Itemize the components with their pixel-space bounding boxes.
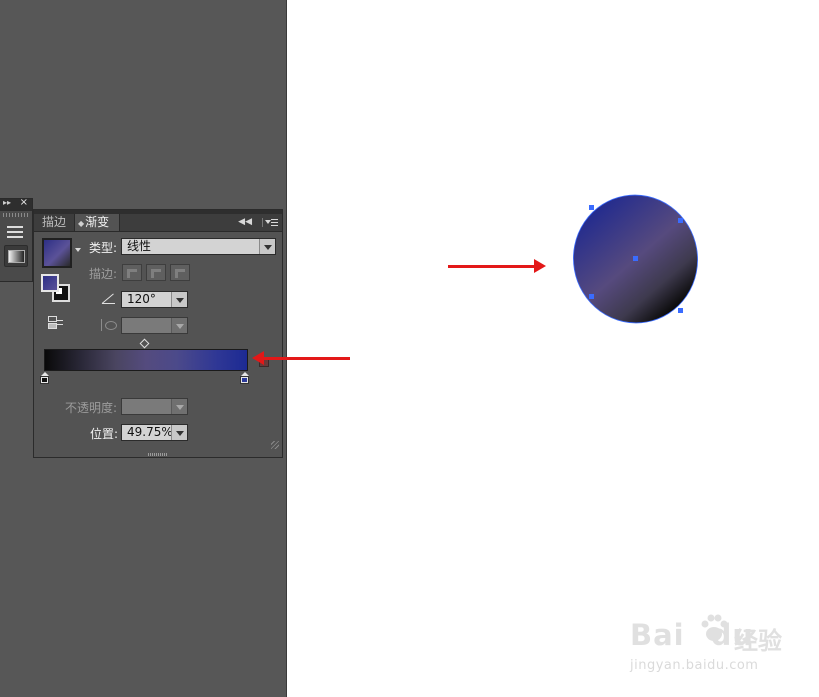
dock-grip[interactable] [3, 213, 29, 217]
tab-gradient[interactable]: ◆渐变 [74, 214, 120, 231]
stroke-label: 描边: [89, 267, 118, 281]
close-icon[interactable]: × [20, 197, 28, 208]
panel-resize-grip[interactable] [271, 441, 279, 449]
opacity-label: 不透明度: [65, 401, 118, 415]
stroke-along-button[interactable] [146, 264, 166, 281]
gradient-midpoint-handle[interactable] [139, 338, 150, 349]
location-label: 位置: [90, 427, 119, 441]
panel-menu-icon[interactable] [4, 221, 26, 241]
aspect-ratio-icon [100, 319, 118, 331]
angle-icon [101, 293, 116, 304]
expand-icon[interactable]: ▸▸ [3, 198, 11, 207]
tab-stroke[interactable]: 描边 [36, 214, 72, 231]
annotation-arrow-to-shape [448, 259, 546, 273]
fill-swatch[interactable] [41, 274, 59, 292]
panel-tab-bar: 描边 ◆渐变 ◀◀ [34, 214, 282, 232]
anchor-point[interactable] [589, 294, 594, 299]
chevron-down-icon [171, 399, 187, 414]
anchor-point[interactable] [589, 205, 594, 210]
gradient-stop-end[interactable] [240, 372, 249, 384]
panel-options-icon[interactable] [262, 218, 279, 227]
chevron-down-icon[interactable] [259, 239, 275, 254]
location-value: 49.75% [127, 425, 173, 439]
opacity-field [121, 398, 188, 415]
chevron-down-icon[interactable] [171, 292, 187, 307]
center-point[interactable] [633, 256, 638, 261]
paw-logo-icon [701, 614, 728, 641]
watermark-cn: 经验 [734, 627, 782, 655]
chevron-down-icon [171, 318, 187, 333]
angle-value: 120° [127, 292, 156, 306]
type-dropdown[interactable]: 线性 [121, 238, 276, 255]
tab-gradient-label: 渐变 [85, 215, 110, 229]
stroke-within-button[interactable] [122, 264, 142, 281]
panel-bottom-grip[interactable] [148, 453, 168, 456]
angle-field[interactable]: 120° [121, 291, 188, 308]
gradient-slider[interactable] [44, 349, 248, 371]
updown-icon: ◆ [78, 219, 85, 228]
gradient-tool-icon[interactable] [4, 245, 28, 267]
stroke-across-button[interactable] [170, 264, 190, 281]
collapse-icon[interactable]: ◀◀ [238, 214, 252, 231]
baidu-watermark: Bai du 经验 jingyan.baidu.com [612, 606, 782, 686]
fill-stroke-selector[interactable] [41, 274, 71, 302]
anchor-point[interactable] [678, 308, 683, 313]
type-dropdown-value: 线性 [127, 239, 152, 253]
anchor-point[interactable] [678, 218, 683, 223]
aspect-ratio-field [121, 317, 188, 334]
gradient-stop-start[interactable] [40, 372, 49, 384]
collapsed-panel-dock: ▸▸ × [0, 197, 33, 282]
type-label: 类型: [89, 241, 118, 255]
workspace-divider [286, 0, 287, 697]
dock-header[interactable]: ▸▸ × [0, 197, 32, 211]
chevron-down-icon[interactable] [171, 425, 187, 440]
gradient-swatch[interactable] [42, 238, 72, 268]
gradient-panel: 描边 ◆渐变 ◀◀ 类型: 线性 描边: 120° 不透明度: 位置: 49.7… [33, 209, 283, 458]
swatch-dropdown-icon[interactable] [75, 248, 81, 252]
location-field[interactable]: 49.75% [121, 424, 188, 441]
reverse-gradient-icon[interactable] [47, 315, 65, 329]
watermark-url: jingyan.baidu.com [630, 658, 759, 673]
annotation-arrow-to-slider [252, 351, 350, 365]
